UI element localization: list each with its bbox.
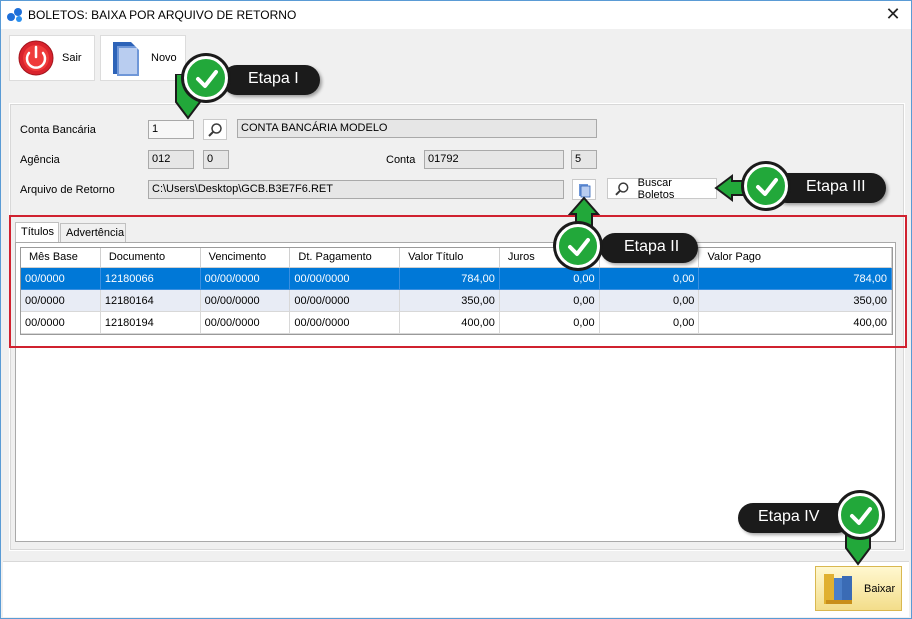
col-header-vencimento[interactable]: Vencimento bbox=[201, 248, 291, 267]
baixar-label: Baixar bbox=[864, 582, 896, 595]
cell-vencimento: 00/00/0000 bbox=[200, 290, 291, 312]
conta-bancaria-name-field: CONTA BANCÁRIA MODELO bbox=[237, 119, 597, 138]
cell-mes-base: 00/0000 bbox=[21, 312, 101, 334]
cell-dt-pagamento: 00/00/0000 bbox=[290, 290, 401, 312]
etapa-4-pill: Etapa IV bbox=[738, 503, 852, 533]
etapa-3-pill: Etapa III bbox=[772, 173, 886, 203]
baixar-button[interactable]: Baixar bbox=[815, 566, 902, 611]
cell-juros: 0,00 bbox=[499, 290, 600, 312]
toolbar: Sair Novo bbox=[1, 29, 911, 89]
cell-juros: 0,00 bbox=[499, 268, 600, 290]
cell-juros: 0,00 bbox=[499, 312, 600, 334]
check-icon bbox=[556, 224, 600, 268]
cell-documento: 12180066 bbox=[100, 268, 201, 290]
table-row[interactable]: 00/0000 12180164 00/00/0000 00/00/0000 3… bbox=[21, 290, 892, 312]
arquivo-label: Arquivo de Retorno bbox=[20, 184, 115, 196]
agencia-field: 012 bbox=[148, 150, 194, 169]
conta-field: 01792 bbox=[424, 150, 564, 169]
cell-valor-titulo: 400,00 bbox=[400, 312, 500, 334]
window-title: BOLETOS: BAIXA POR ARQUIVO DE RETORNO bbox=[28, 8, 297, 22]
cell-valor-pago: 350,00 bbox=[699, 290, 892, 312]
cell-documento: 12180194 bbox=[100, 312, 201, 334]
cell-documento: 12180164 bbox=[100, 290, 201, 312]
titulos-grid: Mês Base Documento Vencimento Dt. Pagame… bbox=[20, 247, 893, 335]
check-icon bbox=[184, 56, 228, 100]
conta-digit-field: 5 bbox=[571, 150, 597, 169]
close-icon[interactable]: ✕ bbox=[883, 4, 903, 25]
new-document-icon bbox=[113, 42, 139, 76]
cell-valor-titulo: 784,00 bbox=[400, 268, 500, 290]
cell-mes-base: 00/0000 bbox=[21, 268, 101, 290]
table-row[interactable]: 00/0000 12180066 00/00/0000 00/00/0000 7… bbox=[21, 268, 892, 290]
tab-advertencia[interactable]: Advertência bbox=[60, 223, 126, 243]
conta-bancaria-label: Conta Bancária bbox=[20, 124, 96, 136]
agencia-digit-field: 0 bbox=[203, 150, 229, 169]
app-logo-icon bbox=[7, 8, 22, 22]
cell-hidden: 0,00 bbox=[599, 290, 700, 312]
buscar-boletos-label: Buscar Boletos bbox=[637, 176, 675, 201]
cell-hidden: 0,00 bbox=[599, 312, 700, 334]
grid-header: Mês Base Documento Vencimento Dt. Pagame… bbox=[21, 248, 892, 268]
search-icon bbox=[615, 181, 629, 196]
conta-label: Conta bbox=[386, 154, 416, 166]
col-header-valor-pago[interactable]: Valor Pago bbox=[699, 248, 892, 267]
title-bar: BOLETOS: BAIXA POR ARQUIVO DE RETORNO ✕ bbox=[1, 1, 911, 29]
agencia-label: Agência bbox=[20, 154, 60, 166]
titulos-tab-content: Mês Base Documento Vencimento Dt. Pagame… bbox=[15, 242, 896, 542]
col-header-valor-titulo[interactable]: Valor Título bbox=[400, 248, 500, 267]
footer-bar bbox=[3, 561, 909, 617]
sair-button[interactable]: Sair bbox=[9, 35, 95, 81]
cell-valor-pago: 784,00 bbox=[699, 268, 892, 290]
etapa-2-pill: Etapa II bbox=[600, 233, 698, 263]
novo-label: Novo bbox=[151, 52, 177, 64]
cell-vencimento: 00/00/0000 bbox=[200, 268, 291, 290]
search-icon bbox=[208, 122, 222, 137]
buscar-boletos-button[interactable]: Buscar Boletos bbox=[607, 176, 717, 201]
cell-valor-titulo: 350,00 bbox=[400, 290, 500, 312]
check-icon bbox=[744, 164, 788, 208]
col-header-dt-pagamento[interactable]: Dt. Pagamento bbox=[290, 248, 401, 267]
col-header-documento[interactable]: Documento bbox=[101, 248, 201, 267]
cell-mes-base: 00/0000 bbox=[21, 290, 101, 312]
tab-titulos[interactable]: Títulos bbox=[15, 222, 59, 244]
table-row[interactable]: 00/0000 12180194 00/00/0000 00/00/0000 4… bbox=[21, 312, 892, 334]
col-header-mes-base[interactable]: Mês Base bbox=[21, 248, 101, 267]
cell-valor-pago: 400,00 bbox=[699, 312, 892, 334]
cell-dt-pagamento: 00/00/0000 bbox=[290, 312, 401, 334]
etapa-1-pill: Etapa I bbox=[222, 65, 320, 95]
power-icon bbox=[18, 40, 54, 76]
sair-label: Sair bbox=[62, 52, 82, 64]
archive-icon bbox=[824, 573, 852, 604]
check-icon bbox=[838, 493, 882, 537]
arquivo-field: C:\Users\Desktop\GCB.B3E7F6.RET bbox=[148, 180, 564, 199]
cell-dt-pagamento: 00/00/0000 bbox=[290, 268, 401, 290]
cell-hidden: 0,00 bbox=[599, 268, 700, 290]
cell-vencimento: 00/00/0000 bbox=[200, 312, 291, 334]
